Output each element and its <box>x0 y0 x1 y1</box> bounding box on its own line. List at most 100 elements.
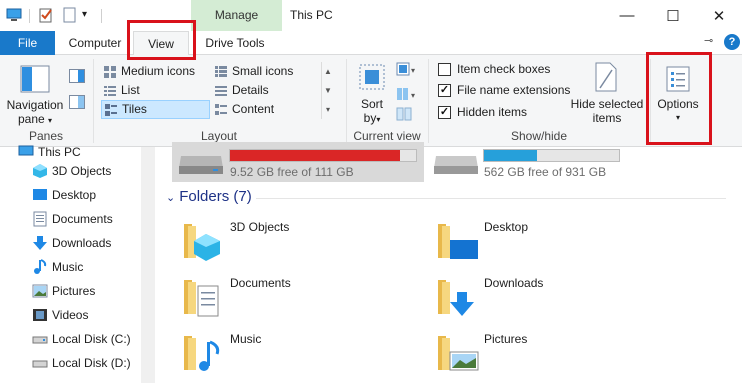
navigation-pane-icon[interactable] <box>20 64 50 97</box>
drive-tile-d[interactable]: 562 GB free of 931 GB <box>430 142 630 182</box>
drive-tile-c[interactable]: 9.52 GB free of 111 GB <box>172 142 424 182</box>
nav-item-label: Videos <box>52 308 89 322</box>
dropdown-arrow-icon: ▾ <box>376 115 381 124</box>
folder-name: Desktop <box>484 220 529 234</box>
nav-item-label: Documents <box>52 212 113 226</box>
navigation-pane-button[interactable]: Navigation pane ▾ <box>2 98 68 128</box>
current-view-group-label: Current view <box>353 129 421 143</box>
tab-drive-tools[interactable]: Drive Tools <box>195 31 275 55</box>
tab-file[interactable]: File <box>0 31 55 55</box>
manage-context-tab[interactable]: Manage <box>191 0 282 31</box>
layout-medium-icons-label: Medium icons <box>121 64 196 78</box>
gallery-down-icon[interactable]: ▼ <box>322 81 334 100</box>
nav-item-pictures[interactable]: Pictures <box>32 279 95 303</box>
desktop-folder-icon <box>434 216 482 264</box>
hide-selected-items-icon[interactable] <box>594 62 618 95</box>
folder-music[interactable]: Music <box>180 328 420 376</box>
view-tab-highlight <box>127 20 196 60</box>
drive-icon <box>432 148 480 179</box>
add-columns-icon[interactable]: ▾ <box>396 87 418 104</box>
3d-objects-icon <box>32 163 48 179</box>
customize-quick-access-icon[interactable]: ▾ <box>82 7 98 23</box>
layout-content[interactable]: Content <box>212 100 318 119</box>
layout-small-icons-label: Small icons <box>232 64 294 78</box>
nav-item-videos[interactable]: Videos <box>32 303 88 327</box>
minimize-button[interactable]: — <box>604 0 650 31</box>
hide-selected-label: Hide selected <box>570 97 644 111</box>
layout-tiles[interactable]: Tiles <box>101 100 210 119</box>
layout-medium-icons[interactable]: Medium icons <box>101 62 203 81</box>
chevron-down-icon[interactable]: ⌄ <box>166 192 175 204</box>
layout-gallery-scroller[interactable]: ▲ ▼ ▾ <box>321 62 334 119</box>
folders-group-header[interactable]: ⌄ Folders (7) <box>166 188 252 205</box>
hidden-items-checkbox[interactable]: ✓ Hidden items <box>436 103 527 121</box>
checkbox-checked-icon[interactable]: ✓ <box>438 106 451 119</box>
tab-computer[interactable]: Computer <box>60 31 130 55</box>
new-folder-icon[interactable] <box>62 7 78 23</box>
folder-name: Documents <box>230 276 291 290</box>
checkbox-unchecked-icon[interactable] <box>438 63 451 76</box>
layout-small-icons[interactable]: Small icons <box>212 62 318 81</box>
nav-item-local-disk-d[interactable]: Local Disk (D:) <box>32 351 131 375</box>
folder-desktop[interactable]: Desktop <box>434 216 674 264</box>
details-pane-icon[interactable] <box>69 95 85 112</box>
folder-name: Downloads <box>484 276 544 290</box>
close-button[interactable]: ✕ <box>696 0 742 31</box>
folder-documents[interactable]: Documents <box>180 272 420 320</box>
size-columns-icon[interactable] <box>396 107 412 124</box>
layout-details[interactable]: Details <box>212 81 318 100</box>
nav-item-label: This PC <box>38 145 81 159</box>
checkbox-checked-icon[interactable]: ✓ <box>438 84 451 97</box>
pin-ribbon-icon[interactable]: ⊸ <box>704 34 713 47</box>
hide-selected-items-button[interactable]: Hide selected items <box>568 97 646 125</box>
help-icon[interactable]: ? <box>724 34 740 50</box>
sort-label-2: by <box>363 111 377 125</box>
nav-item-documents[interactable]: Documents <box>32 207 113 231</box>
svg-text:▾: ▾ <box>411 91 415 100</box>
nav-item-music[interactable]: Music <box>32 255 83 279</box>
nav-item-downloads[interactable]: Downloads <box>32 231 111 255</box>
drive-icon <box>177 148 225 179</box>
music-folder-icon <box>180 328 228 376</box>
videos-icon <box>32 307 48 323</box>
nav-item-desktop[interactable]: Desktop <box>32 183 96 207</box>
content-icon <box>215 103 228 115</box>
downloads-folder-icon <box>434 272 482 320</box>
group-by-icon[interactable]: ▾ <box>396 62 418 79</box>
drive-icon <box>32 355 48 371</box>
sort-by-icon[interactable] <box>357 62 387 95</box>
preview-pane-icon[interactable] <box>69 69 85 86</box>
folder-3d-objects[interactable]: 3D Objects <box>180 216 420 264</box>
layout-list[interactable]: List <box>101 81 203 100</box>
maximize-button[interactable]: ☐ <box>650 0 696 31</box>
pictures-folder-icon <box>434 328 482 376</box>
this-pc-icon[interactable] <box>6 7 22 23</box>
this-pc-icon <box>18 144 34 160</box>
dropdown-arrow-icon: ▾ <box>48 116 53 125</box>
item-check-boxes-label: Item check boxes <box>457 62 551 76</box>
properties-icon[interactable] <box>38 7 54 23</box>
drive-d-free-space: 562 GB free of 931 GB <box>484 165 607 179</box>
documents-icon <box>32 211 48 227</box>
nav-item-local-disk-c[interactable]: Local Disk (C:) <box>32 327 131 351</box>
gallery-more-icon[interactable]: ▾ <box>322 100 334 119</box>
folders-header-label: Folders (7) <box>179 188 252 205</box>
file-name-extensions-label: File name extensions <box>457 83 571 97</box>
ribbon: Navigation pane ▾ Panes Medium icons Lis… <box>0 55 742 147</box>
folder-name: Music <box>230 332 262 346</box>
medium-icons-icon <box>104 65 117 78</box>
navigation-pane-scrollbar[interactable] <box>141 147 155 383</box>
small-icons-icon <box>215 65 228 77</box>
file-name-extensions-checkbox[interactable]: ✓ File name extensions <box>436 81 570 99</box>
show-hide-group-label: Show/hide <box>510 129 568 143</box>
folder-downloads[interactable]: Downloads <box>434 272 674 320</box>
nav-item-3d-objects[interactable]: 3D Objects <box>32 159 111 183</box>
layout-group-label: Layout <box>200 129 238 143</box>
item-check-boxes-checkbox[interactable]: Item check boxes <box>436 60 550 78</box>
navigation-pane: This PC 3D Objects Desktop Documents Dow… <box>0 144 141 383</box>
details-icon <box>215 84 228 96</box>
folder-pictures[interactable]: Pictures <box>434 328 674 376</box>
folder-name: 3D Objects <box>230 220 290 234</box>
sort-by-button[interactable]: Sort by▾ <box>352 97 392 127</box>
gallery-up-icon[interactable]: ▲ <box>322 62 334 81</box>
